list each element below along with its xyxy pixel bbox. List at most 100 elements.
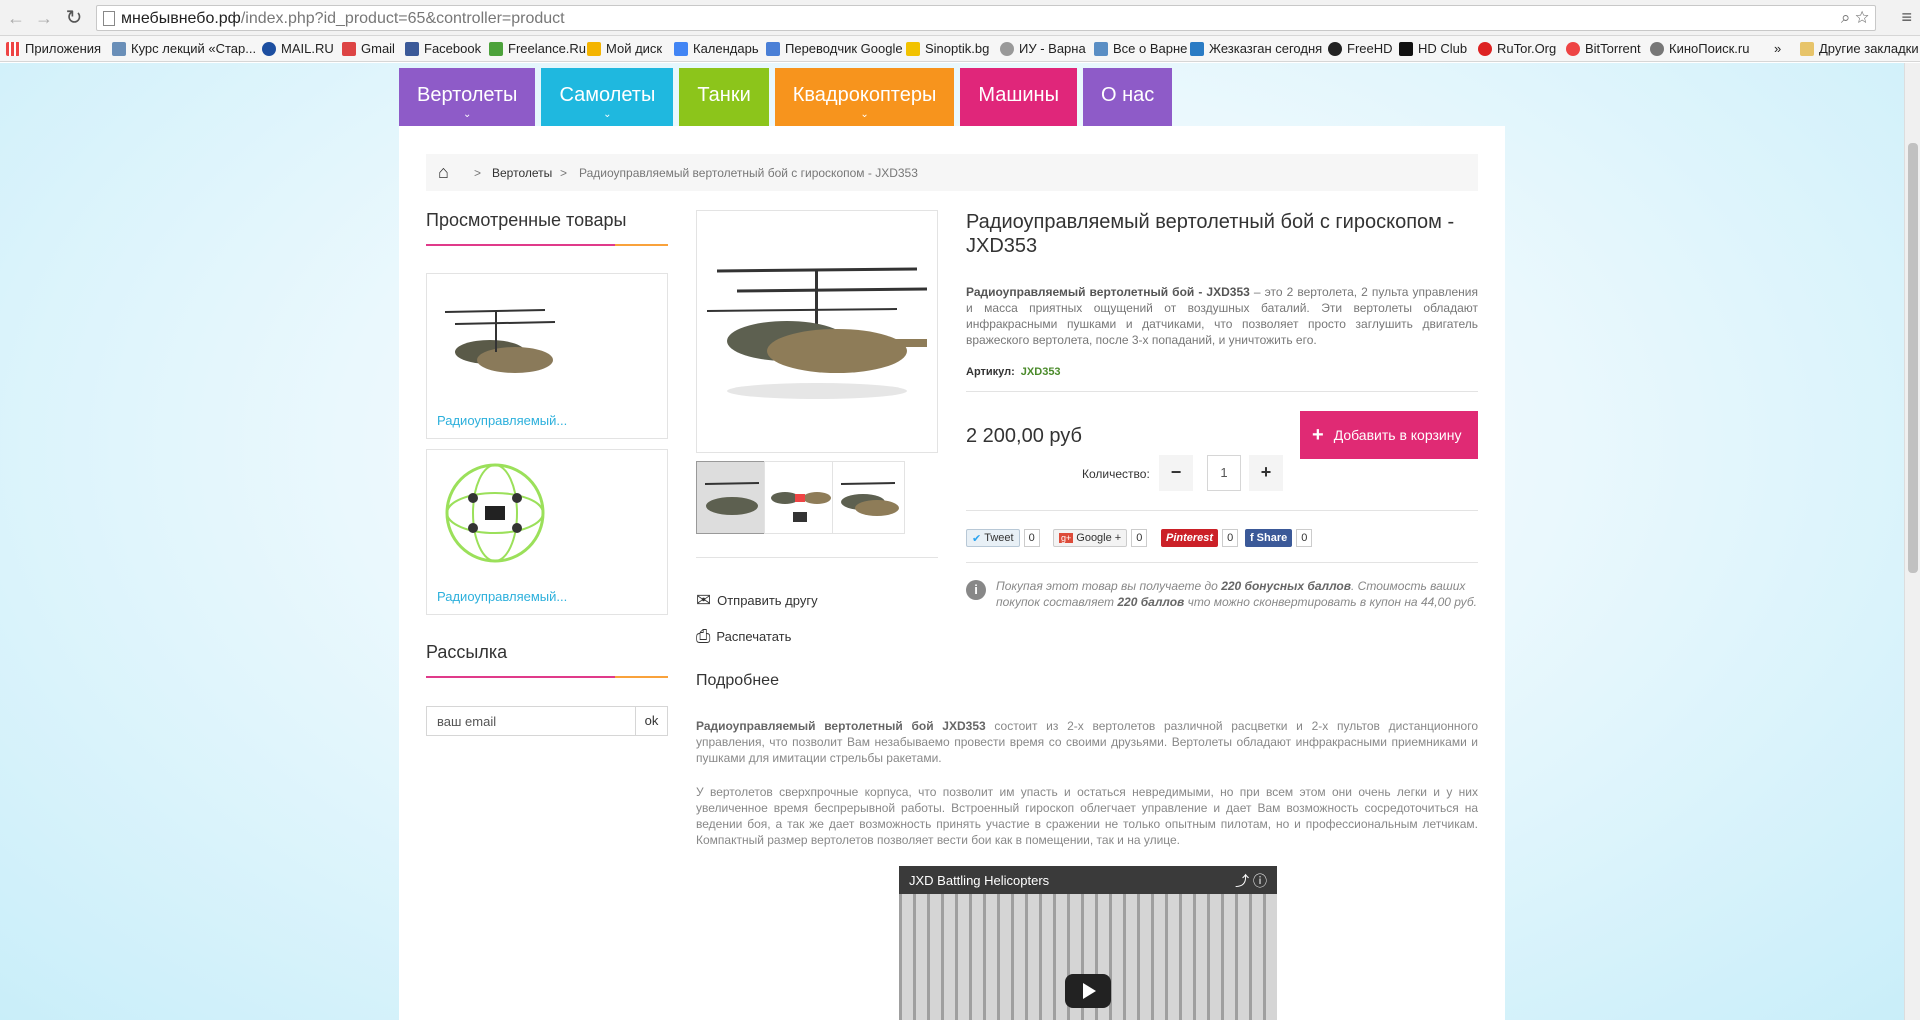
content-area: ⌂ > Вертолеты > Радиоуправляемый вертоле…: [399, 126, 1505, 1020]
helicopter-thumbnail: [771, 492, 831, 522]
quantity-input[interactable]: 1: [1207, 455, 1241, 491]
bookmark-icon: [262, 41, 276, 56]
scrollbar[interactable]: [1904, 63, 1920, 1020]
email-field[interactable]: ваш email: [426, 706, 636, 736]
quantity-label: Количество:: [1082, 467, 1150, 481]
bookmark-icon: [112, 41, 126, 56]
breadcrumb-category[interactable]: Вертолеты: [492, 166, 552, 180]
title-underline: [426, 676, 668, 678]
main-menu: Вертолеты ⌄ Самолеты ⌄ Танки Квадрокоптеры…: [399, 68, 1173, 126]
product-price: 2 200,00 руб: [966, 425, 1082, 447]
menu-item-about[interactable]: О нас: [1082, 68, 1173, 126]
helicopter-thumbnail: [444, 309, 556, 373]
bookmark-icon: [1478, 41, 1492, 56]
tweet-button[interactable]: ✔ Tweet: [966, 529, 1020, 547]
quantity-increase-button[interactable]: +: [1249, 455, 1283, 491]
other-bookmarks[interactable]: Другие закладки: [1800, 41, 1919, 56]
video-player[interactable]: JXD Battling Helicopters ⤴ ⓘ: [899, 866, 1277, 1020]
bookmark-item[interactable]: RuTor.Org: [1478, 41, 1556, 56]
print-link[interactable]: ⎙ Распечатать: [696, 626, 791, 647]
zoom-icon[interactable]: ⌕: [1841, 8, 1851, 27]
bookmark-icon: [1094, 41, 1108, 56]
info-icon[interactable]: ⓘ: [1253, 873, 1267, 889]
bookmark-item[interactable]: Календарь: [674, 41, 759, 56]
bookmark-item[interactable]: Переводчик Google: [766, 41, 903, 56]
star-icon[interactable]: ☆: [1855, 8, 1869, 27]
forward-icon[interactable]: →: [34, 8, 54, 28]
more-bookmarks[interactable]: »: [1774, 41, 1781, 56]
menu-item-helicopters[interactable]: Вертолеты ⌄: [399, 68, 536, 126]
helicopter-thumbnail: [840, 482, 899, 516]
add-to-cart-button[interactable]: + Добавить в корзину: [1300, 411, 1478, 459]
drive-icon: [587, 41, 601, 56]
back-icon[interactable]: ←: [6, 8, 26, 28]
facebook-share-widget[interactable]: f Share 0: [1245, 529, 1313, 547]
menu-item-tanks[interactable]: Танки: [679, 68, 769, 126]
share-icon[interactable]: ⤴: [1235, 873, 1249, 889]
address-bar[interactable]: мнебывнебо.рф/index.php?id_product=65&co…: [96, 5, 1876, 31]
product-thumbnail[interactable]: [696, 461, 769, 534]
google-plus-widget[interactable]: g+ Google +0: [1053, 529, 1148, 547]
product-sku: Артикул: JXD353: [966, 366, 1061, 378]
viewed-item[interactable]: Радиоуправляемый...: [426, 449, 668, 615]
url-path: /index.php?id_product=65&controller=prod…: [240, 10, 565, 27]
product-thumbnail[interactable]: [832, 461, 905, 534]
viewed-item[interactable]: Радиоуправляемый...: [426, 273, 668, 439]
folder-icon: [1800, 41, 1814, 56]
bookmark-item[interactable]: Gmail: [342, 41, 395, 56]
menu-icon[interactable]: ≡: [1901, 7, 1912, 28]
bookmark-item[interactable]: Курс лекций «Стар...: [112, 41, 256, 56]
bookmark-item[interactable]: MAIL.RU: [262, 41, 334, 56]
menu-item-planes[interactable]: Самолеты ⌄: [541, 68, 674, 126]
bookmark-item[interactable]: Все о Варне: [1094, 41, 1187, 56]
google-plus-button[interactable]: g+ Google +: [1053, 529, 1128, 547]
bookmark-apps[interactable]: Приложения: [6, 41, 101, 56]
product-main-image[interactable]: [696, 210, 938, 453]
bookmark-item[interactable]: Freelance.Ru: [489, 41, 586, 56]
bookmark-item[interactable]: BitTorrent: [1566, 41, 1641, 56]
divider: [966, 510, 1478, 511]
send-to-friend-link[interactable]: ✉ Отправить другу: [696, 590, 818, 611]
bookmark-item[interactable]: Жезказган сегодня: [1190, 41, 1322, 56]
chevron-down-icon: ⌄: [603, 109, 612, 120]
reload-icon[interactable]: ↻: [64, 8, 84, 28]
home-icon[interactable]: ⌂: [438, 162, 449, 183]
bookmark-item[interactable]: Мой диск: [587, 41, 662, 56]
bookmark-icon: [1566, 41, 1580, 56]
play-button[interactable]: [1065, 974, 1111, 1008]
product-thumbnail[interactable]: [764, 461, 837, 534]
quantity-decrease-button[interactable]: −: [1159, 455, 1193, 491]
bonus-info: i Покупая этот товар вы получаете до 220…: [966, 578, 1478, 610]
helicopter-thumbnail: [704, 482, 760, 515]
pinterest-button[interactable]: Pinterest: [1161, 529, 1219, 547]
bookmark-item[interactable]: FreeHD: [1328, 41, 1393, 56]
pinterest-widget[interactable]: Pinterest 0: [1161, 529, 1239, 547]
translate-icon: [766, 41, 780, 56]
bookmark-item[interactable]: HD Club: [1399, 41, 1467, 56]
bookmark-item[interactable]: Facebook: [405, 41, 481, 56]
video-title[interactable]: JXD Battling Helicopters: [909, 873, 1049, 888]
scrollbar-thumb[interactable]: [1908, 143, 1918, 573]
bookmark-item[interactable]: ИУ - Варна: [1000, 41, 1086, 56]
subscribe-button[interactable]: ok: [635, 706, 668, 736]
facebook-icon: [405, 41, 419, 56]
bookmark-item[interactable]: Sinoptik.bg: [906, 41, 989, 56]
calendar-icon: [674, 41, 688, 56]
bookmark-item[interactable]: КиноПоиск.ru: [1650, 41, 1749, 56]
viewed-item-link[interactable]: Радиоуправляемый...: [437, 413, 567, 428]
bookmark-icon: [1000, 41, 1014, 56]
bookmark-icon: [1190, 41, 1204, 56]
quadcopter-thumbnail: [445, 463, 545, 563]
viewed-item-link[interactable]: Радиоуправляемый...: [437, 589, 567, 604]
divider: [966, 391, 1478, 392]
facebook-share-button[interactable]: f Share: [1245, 529, 1293, 547]
twitter-icon: ✔: [972, 532, 982, 545]
tweet-widget[interactable]: ✔ Tweet 0: [966, 529, 1040, 547]
details-paragraph: У вертолетов сверхпрочные корпуса, что п…: [696, 785, 1478, 847]
google-plus-icon: g+: [1059, 533, 1074, 543]
breadcrumb: ⌂ > Вертолеты > Радиоуправляемый вертоле…: [426, 154, 1478, 191]
menu-item-quadcopters[interactable]: Квадрокоптеры ⌄: [774, 68, 955, 126]
breadcrumb-current: Радиоуправляемый вертолетный бой с гирос…: [579, 166, 918, 180]
menu-item-cars[interactable]: Машины: [960, 68, 1077, 126]
bookmark-icon: [1399, 41, 1413, 56]
